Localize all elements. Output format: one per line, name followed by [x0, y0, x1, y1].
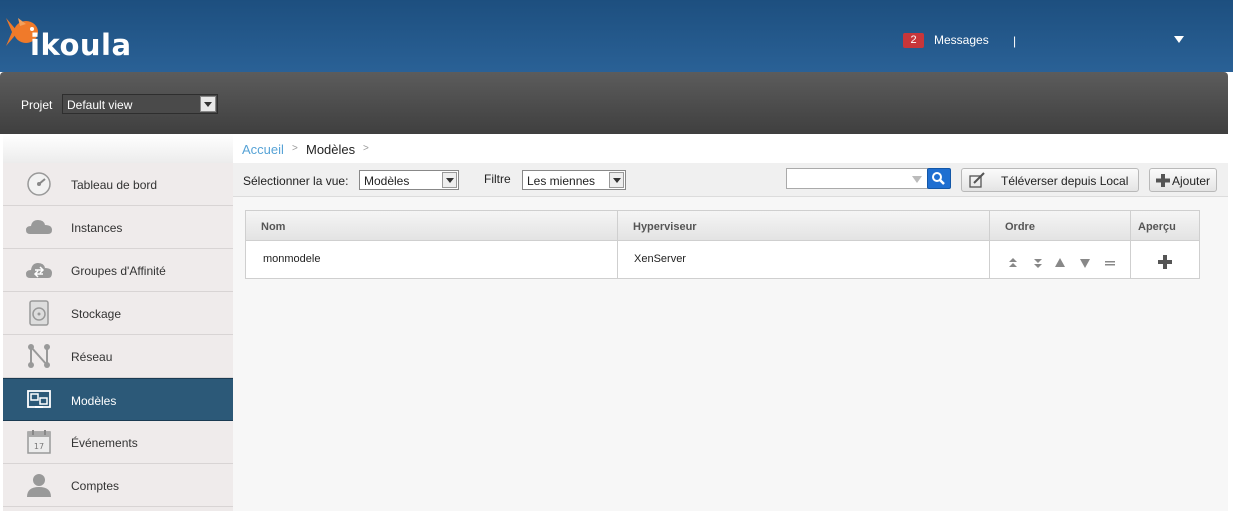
- search-icon: [932, 172, 945, 185]
- search-options-chevron-down-icon[interactable]: [912, 176, 922, 183]
- cloud-icon: [26, 220, 52, 234]
- project-select-value: Default view: [67, 98, 133, 112]
- sidebar-item-instances[interactable]: Instances: [3, 206, 233, 249]
- table-header: Nom Hyperviseur Ordre Aperçu: [246, 211, 1199, 241]
- sidebar-item-accounts[interactable]: Comptes: [3, 464, 233, 507]
- add-button-label: Ajouter: [1172, 174, 1211, 188]
- templates-icon: [27, 390, 51, 408]
- header-separator: |: [1013, 34, 1017, 48]
- column-header-name[interactable]: Nom: [246, 211, 618, 241]
- view-select-label: Sélectionner la vue:: [243, 174, 349, 188]
- search-button[interactable]: [927, 168, 951, 189]
- drag-handle-icon[interactable]: [1104, 257, 1116, 269]
- project-select[interactable]: Default view: [62, 94, 218, 114]
- top-header: ikoula 2 Messages |: [0, 0, 1233, 72]
- plus-icon: [1156, 174, 1170, 187]
- calendar-icon: 17: [27, 430, 51, 454]
- filter-select-value: Les miennes: [527, 174, 596, 188]
- breadcrumb: Accueil > Modèles >: [233, 134, 1228, 163]
- project-bar: Projet Default view: [0, 72, 1228, 134]
- templates-table: Nom Hyperviseur Ordre Aperçu monmodele X…: [245, 210, 1200, 279]
- cell-hypervisor: XenServer: [618, 241, 990, 278]
- cell-name: monmodele: [246, 241, 618, 278]
- project-label: Projet: [21, 98, 53, 112]
- sidebar-item-label: Instances: [71, 221, 123, 235]
- sidebar: Tableau de bord Instances Groupes d'Affi…: [3, 134, 233, 511]
- sidebar-item-affinity-groups[interactable]: Groupes d'Affinité: [3, 249, 233, 292]
- main-content: Accueil > Modèles > Sélectionner la vue:…: [233, 134, 1228, 511]
- sidebar-top-spacer: [3, 134, 233, 163]
- messages-link[interactable]: Messages: [934, 33, 989, 47]
- column-header-order: Ordre: [990, 211, 1131, 241]
- user-menu-chevron-down-icon[interactable]: [1174, 36, 1184, 43]
- move-down-icon[interactable]: [1079, 257, 1091, 269]
- sidebar-item-label: Tableau de bord: [71, 178, 158, 192]
- sidebar-item-label: Événements: [71, 436, 138, 450]
- sidebar-item-events[interactable]: 17 Événements: [3, 421, 233, 464]
- network-icon: [28, 344, 50, 368]
- sidebar-item-label: Réseau: [71, 350, 113, 364]
- dashboard-icon: [27, 172, 51, 196]
- toolbar: Sélectionner la vue: Modèles Filtre Les …: [233, 163, 1228, 197]
- affinity-cloud-icon: [26, 263, 52, 278]
- view-select-value: Modèles: [364, 174, 410, 188]
- ikoula-logo[interactable]: ikoula: [4, 12, 144, 64]
- sidebar-item-label: Groupes d'Affinité: [71, 264, 166, 278]
- filter-select-chevron-down-icon[interactable]: [609, 172, 624, 188]
- search-input[interactable]: [786, 168, 928, 189]
- sidebar-item-label: Stockage: [71, 307, 122, 321]
- view-select[interactable]: Modèles: [359, 170, 459, 190]
- project-select-chevron-down-icon[interactable]: [200, 96, 216, 112]
- view-select-chevron-down-icon[interactable]: [442, 172, 457, 188]
- svg-text:17: 17: [34, 442, 44, 451]
- user-icon: [27, 474, 51, 497]
- column-header-hypervisor[interactable]: Hyperviseur: [618, 211, 990, 241]
- cell-order: [990, 241, 1131, 278]
- upload-from-local-button[interactable]: Téléverser depuis Local: [961, 168, 1139, 192]
- breadcrumb-separator: >: [363, 143, 369, 154]
- sidebar-item-label: Comptes: [71, 479, 120, 493]
- sidebar-item-storage[interactable]: Stockage: [3, 292, 233, 335]
- upload-button-label: Téléverser depuis Local: [1001, 174, 1129, 188]
- breadcrumb-home-link[interactable]: Accueil: [242, 142, 284, 157]
- breadcrumb-current[interactable]: Modèles: [306, 142, 355, 157]
- cell-preview: [1131, 241, 1199, 278]
- move-bottom-icon[interactable]: [1032, 257, 1044, 269]
- add-button[interactable]: Ajouter: [1149, 168, 1217, 192]
- filter-label: Filtre: [484, 172, 511, 186]
- storage-icon: [29, 300, 49, 326]
- sidebar-item-label: Modèles: [71, 394, 117, 408]
- edit-upload-icon: [969, 172, 985, 188]
- logo-text: ikoula: [30, 28, 132, 62]
- move-up-icon[interactable]: [1054, 257, 1066, 269]
- filter-select[interactable]: Les miennes: [522, 170, 626, 190]
- quickview-plus-icon[interactable]: [1158, 255, 1172, 269]
- sidebar-item-network[interactable]: Réseau: [3, 335, 233, 378]
- column-header-preview: Aperçu: [1138, 221, 1176, 233]
- messages-count-badge[interactable]: 2: [903, 33, 924, 48]
- move-top-icon[interactable]: [1007, 257, 1019, 269]
- sidebar-item-templates[interactable]: Modèles: [3, 378, 233, 421]
- breadcrumb-separator: >: [292, 143, 298, 154]
- sidebar-item-dashboard[interactable]: Tableau de bord: [3, 163, 233, 206]
